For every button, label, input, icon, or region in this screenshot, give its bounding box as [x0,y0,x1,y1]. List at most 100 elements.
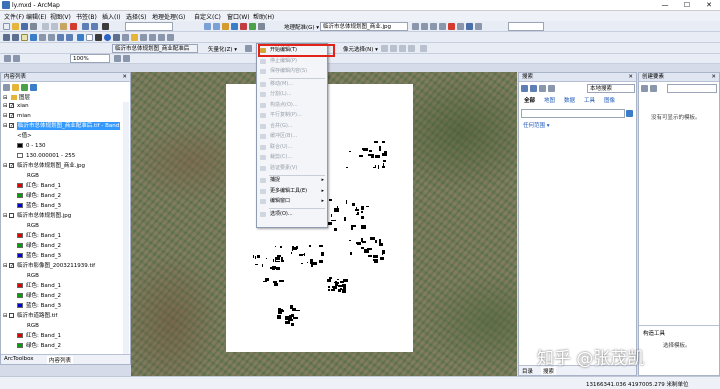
route-icon[interactable] [167,34,174,41]
editor-menu-item[interactable]: 捕捉 ▸ [257,176,327,185]
create-features-close-icon[interactable]: ✕ [711,73,716,82]
georef-layer-select[interactable]: 临沂市总体规划图_商业.jpg [320,22,408,31]
link-table-icon[interactable] [457,23,464,30]
search-tab-all[interactable]: 全部 [521,97,538,106]
list-by-drawing-order-icon[interactable] [3,84,10,91]
georef-label[interactable]: 地理配准(G) ▾ [284,23,319,31]
identify-icon[interactable] [104,34,111,41]
editor-menu-item[interactable]: 更多编辑工具(E) ▸ [257,187,327,196]
layer-visibility-checkbox[interactable]: ✓ [9,163,14,169]
search-back-icon[interactable] [521,85,528,92]
add-control-point-icon[interactable] [448,23,455,30]
search-forward-icon[interactable] [530,85,537,92]
search-extent-link[interactable]: 任何范围 ▾ [523,121,550,129]
list-by-source-icon[interactable] [12,84,19,91]
search-tab-maps[interactable]: 地图 [541,97,558,106]
tab-arctoolbox[interactable]: ArcToolbox [4,356,34,362]
vectorize-tool-icon[interactable] [245,45,252,52]
html-popup-icon[interactable] [140,34,147,41]
layer-visibility-checkbox[interactable]: ✓ [9,123,14,129]
pixel-tool-icon-3[interactable] [399,45,406,52]
expand-toggle-icon[interactable]: ⊟ [3,312,8,320]
forward-extent-icon[interactable] [66,34,73,41]
python-icon[interactable] [249,23,256,30]
catalog-icon[interactable] [222,23,229,30]
toc-icon[interactable] [213,23,220,30]
search-tab-data[interactable]: 数据 [561,97,578,106]
organize-templates-icon[interactable] [641,85,648,92]
layer-visibility-checkbox[interactable]: ✓ [9,103,14,109]
layer-visibility-checkbox[interactable] [9,313,14,318]
menu-help[interactable]: 帮助(H) [253,12,274,21]
rotate-icon[interactable] [421,23,428,30]
search-window-icon[interactable] [231,23,238,30]
search-go-icon[interactable] [626,110,633,117]
copy-icon[interactable] [51,23,58,30]
scale-percent-input[interactable]: 100% [70,54,110,63]
expand-toggle-icon[interactable]: ⊟ [3,112,8,120]
add-data-icon[interactable] [102,23,109,30]
pixel-select-label[interactable]: 像元选择(N) ▾ [343,45,378,53]
template-filter-icon[interactable] [650,85,657,92]
cut-icon[interactable] [42,23,49,30]
editor-menu-item[interactable]: 编辑窗口 ▸ [257,197,327,206]
raster-layer-select[interactable]: 临沂市总体规划图_商业配准后 [112,44,198,53]
search-close-icon[interactable]: ✕ [628,73,633,82]
expand-toggle-icon[interactable]: ⊟ [3,102,8,110]
arctoolbox-icon[interactable] [240,23,247,30]
search-scope-select[interactable]: 本地搜索 [587,84,635,93]
search-tab-tools[interactable]: 工具 [581,97,598,106]
delete-icon[interactable] [70,23,77,30]
menu-edit[interactable]: 编辑(E) [26,12,46,21]
menu-bookmarks[interactable]: 书签(B) [76,12,97,21]
select-elements-icon[interactable] [95,34,102,41]
layer-visibility-checkbox[interactable]: ✓ [9,263,14,269]
modelbuilder-icon[interactable] [258,23,265,30]
paste-icon[interactable] [60,23,67,30]
pixel-tool-icon-4[interactable] [408,45,415,52]
list-by-selection-icon[interactable] [30,84,37,91]
expand-toggle-icon[interactable]: ⊟ [3,212,8,220]
new-icon[interactable] [3,23,10,30]
search-list-icon[interactable] [548,85,555,92]
layer-visibility-checkbox[interactable] [9,213,14,218]
extra-tool-icon-4[interactable] [123,55,130,62]
menu-geoprocessing[interactable]: 地理处理(G) [152,12,185,21]
full-extent-icon[interactable] [30,34,37,41]
menu-insert[interactable]: 插入(I) [102,12,120,21]
search-home-icon[interactable] [539,85,546,92]
list-by-visibility-icon[interactable] [21,84,28,91]
measure-icon[interactable] [122,34,129,41]
save-icon[interactable] [21,23,28,30]
close-button[interactable]: ✕ [698,0,720,11]
tab-toc[interactable]: 内容列表 [47,356,74,364]
extra-tool-icon-3[interactable] [114,55,121,62]
editor-menu-item[interactable]: 选项(O)... [257,210,327,219]
pixel-tool-icon-5[interactable] [420,45,427,52]
menu-selection[interactable]: 选择(S) [126,12,147,21]
time-slider-icon[interactable] [149,34,156,41]
menu-view[interactable]: 视图(V) [50,12,71,21]
editor-toolbar-icon[interactable] [204,23,211,30]
maximize-button[interactable]: ☐ [676,0,698,11]
viewer-icon[interactable] [466,23,473,30]
zoom-in-icon[interactable] [3,34,10,41]
select-features-icon[interactable] [77,34,84,41]
find-icon[interactable] [113,34,120,41]
zoom-out-icon[interactable] [12,34,19,41]
fixed-zoom-out-icon[interactable] [48,34,55,41]
georef-tool-icon[interactable] [412,23,419,30]
create-viewer-icon[interactable] [158,34,165,41]
back-extent-icon[interactable] [57,34,64,41]
expand-toggle-icon[interactable]: ⊟ [3,162,8,170]
pixel-tool-icon-1[interactable] [381,45,388,52]
pixel-tool-icon-2[interactable] [390,45,397,52]
search-input[interactable] [521,109,625,118]
menu-windows[interactable]: 窗口(W) [227,12,250,21]
layer-visibility-checkbox[interactable]: ✓ [9,113,14,119]
hyperlink-icon[interactable] [131,34,138,41]
georef-extra-icon[interactable] [475,23,482,30]
georef-extra-input[interactable] [508,22,544,31]
menu-customize[interactable]: 自定义(C) [194,12,221,21]
redo-icon[interactable] [91,23,98,30]
